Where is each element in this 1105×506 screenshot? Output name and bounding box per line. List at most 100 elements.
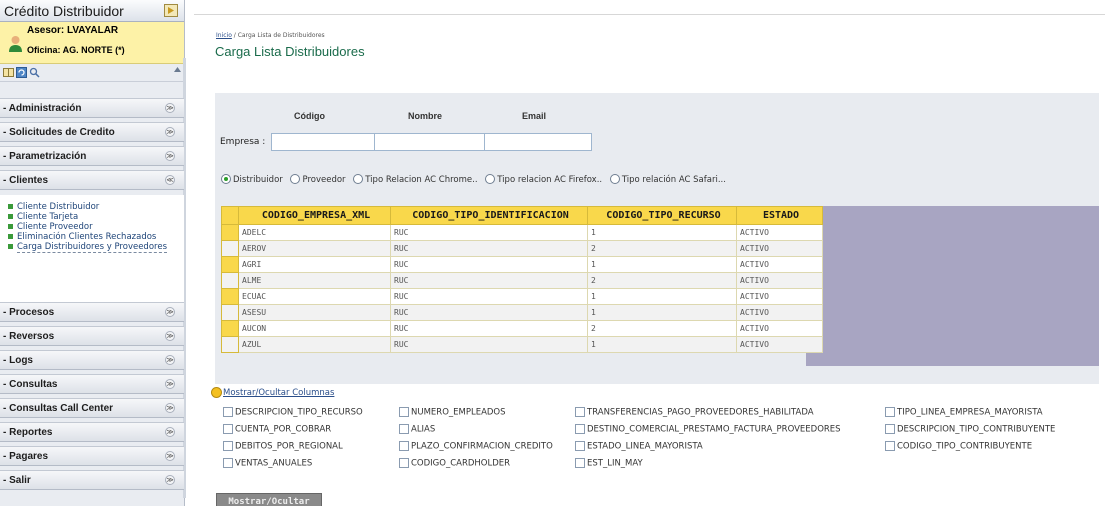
- sidebar-item-eliminacion-clientes[interactable]: Eliminación Clientes Rechazados: [0, 232, 165, 242]
- collapse-sidebar-icon[interactable]: [164, 4, 178, 17]
- column-toggle-checkbox[interactable]: TIPO_LINEA_EMPRESA_MAYORISTA: [885, 407, 1043, 418]
- column-toggle-checkbox[interactable]: CODIGO_TIPO_CONTRIBUYENTE: [885, 441, 1032, 452]
- column-toggle-checkbox[interactable]: DESCRIPCION_TIPO_CONTRIBUYENTE: [885, 424, 1055, 435]
- chevron-down-icon[interactable]: ≫: [165, 355, 175, 365]
- checkbox[interactable]: [885, 424, 895, 434]
- chevron-up-icon[interactable]: ≪: [165, 175, 175, 185]
- radio-button[interactable]: [290, 174, 301, 184]
- chevron-down-icon[interactable]: ≫: [165, 103, 175, 113]
- menu-reversos[interactable]: - Reversos ≫: [0, 326, 184, 346]
- toggle-columns-icon[interactable]: [211, 387, 222, 398]
- checkbox[interactable]: [223, 441, 233, 451]
- column-header[interactable]: CODIGO_TIPO_RECURSO: [587, 206, 737, 225]
- breadcrumb-home-link[interactable]: Inicio: [216, 32, 232, 39]
- row-header-cell[interactable]: [221, 224, 239, 241]
- checkbox[interactable]: [399, 407, 409, 417]
- column-toggle-checkbox[interactable]: DESTINO_COMERCIAL_PRESTAMO_FACTURA_PROVE…: [575, 424, 841, 435]
- radio-button[interactable]: [609, 174, 620, 184]
- checkbox[interactable]: [885, 441, 895, 451]
- checkbox[interactable]: [885, 407, 895, 417]
- sidebar-item-cliente-tarjeta[interactable]: Cliente Tarjeta: [0, 212, 184, 222]
- column-toggle-checkbox[interactable]: DESCRIPCION_TIPO_RECURSO: [223, 407, 363, 418]
- column-header[interactable]: CODIGO_TIPO_IDENTIFICACION: [390, 206, 588, 225]
- checkbox[interactable]: [223, 424, 233, 434]
- chevron-down-icon[interactable]: ≫: [165, 307, 175, 317]
- menu-logs[interactable]: - Logs ≫: [0, 350, 184, 370]
- radio-button[interactable]: [485, 174, 496, 184]
- column-toggle-checkbox[interactable]: DEBITOS_POR_REGIONAL: [223, 441, 343, 452]
- menu-pagares[interactable]: - Pagares ≫: [0, 446, 184, 466]
- column-toggle-checkbox[interactable]: PLAZO_CONFIRMACION_CREDITO: [399, 441, 553, 452]
- radio-relacion-firefox[interactable]: Tipo relacion AC Firefox..: [485, 174, 602, 185]
- sidebar-item-cliente-proveedor[interactable]: Cliente Proveedor: [0, 222, 184, 232]
- row-header-cell[interactable]: [221, 288, 239, 305]
- menu-consultas[interactable]: - Consultas ≫: [0, 374, 184, 394]
- email-input[interactable]: [484, 133, 592, 151]
- menu-parametrizacion[interactable]: - Parametrización ≫: [0, 146, 184, 166]
- radio-distribuidor[interactable]: Distribuidor: [221, 174, 283, 185]
- table-row[interactable]: ALME RUC 2 ACTIVO: [221, 272, 823, 289]
- menu-administracion[interactable]: - Administración ≫: [0, 98, 184, 118]
- radio-relacion-safari[interactable]: Tipo relación AC Safari...: [609, 174, 726, 185]
- table-row[interactable]: ECUAC RUC 1 ACTIVO: [221, 288, 823, 305]
- checkbox[interactable]: [399, 424, 409, 434]
- nombre-input[interactable]: [374, 133, 485, 151]
- sidebar-item-carga-distribuidores[interactable]: Carga Distribuidores y Proveedores: [0, 242, 175, 253]
- chevron-down-icon[interactable]: ≫: [165, 475, 175, 485]
- codigo-input[interactable]: [271, 133, 375, 151]
- column-toggle-checkbox[interactable]: ALIAS: [399, 424, 435, 435]
- search-icon[interactable]: [29, 67, 40, 78]
- table-row[interactable]: AEROV RUC 2 ACTIVO: [221, 240, 823, 257]
- column-toggle-checkbox[interactable]: EST_LIN_MAY: [575, 458, 643, 469]
- chevron-down-icon[interactable]: ≫: [165, 427, 175, 437]
- book-icon[interactable]: [3, 67, 14, 78]
- radio-relacion-chrome[interactable]: Tipo Relacion AC Chrome..: [353, 174, 478, 185]
- chevron-down-icon[interactable]: ≫: [165, 379, 175, 389]
- column-toggle-checkbox[interactable]: CODIGO_CARDHOLDER: [399, 458, 510, 469]
- refresh-icon[interactable]: [16, 67, 27, 78]
- chevron-down-icon[interactable]: ≫: [165, 127, 175, 137]
- chevron-down-icon[interactable]: ≫: [165, 151, 175, 161]
- row-header-cell[interactable]: [221, 336, 239, 353]
- row-header-cell[interactable]: [221, 240, 239, 257]
- radio-button[interactable]: [221, 174, 231, 184]
- menu-procesos[interactable]: - Procesos ≫: [0, 302, 184, 322]
- column-header[interactable]: CODIGO_EMPRESA_XML: [238, 206, 391, 225]
- checkbox[interactable]: [575, 424, 585, 434]
- column-toggle-checkbox[interactable]: ESTADO_LINEA_MAYORISTA: [575, 441, 703, 452]
- checkbox[interactable]: [575, 441, 585, 451]
- table-row[interactable]: AZUL RUC 1 ACTIVO: [221, 336, 823, 353]
- menu-solicitudes[interactable]: - Solicitudes de Credito ≫: [0, 122, 184, 142]
- menu-salir[interactable]: - Salir ≫: [0, 470, 184, 490]
- chevron-down-icon[interactable]: ≫: [165, 403, 175, 413]
- table-row[interactable]: AGRI RUC 1 ACTIVO: [221, 256, 823, 273]
- table-row[interactable]: AUCON RUC 2 ACTIVO: [221, 320, 823, 337]
- column-toggle-checkbox[interactable]: TRANSFERENCIAS_PAGO_PROVEEDORES_HABILITA…: [575, 407, 814, 418]
- row-header-cell[interactable]: [221, 304, 239, 321]
- checkbox[interactable]: [399, 458, 409, 468]
- row-header-cell[interactable]: [221, 272, 239, 289]
- mostrar-ocultar-button[interactable]: Mostrar/Ocultar: [216, 493, 322, 506]
- column-toggle-checkbox[interactable]: VENTAS_ANUALES: [223, 458, 312, 469]
- radio-button[interactable]: [353, 174, 364, 184]
- checkbox[interactable]: [223, 458, 233, 468]
- checkbox[interactable]: [223, 407, 233, 417]
- checkbox[interactable]: [575, 458, 585, 468]
- column-toggle-checkbox[interactable]: NUMERO_EMPLEADOS: [399, 407, 506, 418]
- table-row[interactable]: ADELC RUC 1 ACTIVO: [221, 224, 823, 241]
- menu-clientes[interactable]: - Clientes ≪: [0, 170, 184, 190]
- table-row[interactable]: ASESU RUC 1 ACTIVO: [221, 304, 823, 321]
- column-header[interactable]: ESTADO: [736, 206, 823, 225]
- row-header-cell[interactable]: [221, 320, 239, 337]
- radio-proveedor[interactable]: Proveedor: [290, 174, 346, 185]
- sidebar-item-cliente-distribuidor[interactable]: Cliente Distribuidor: [0, 202, 184, 212]
- toggle-columns-link[interactable]: Mostrar/Ocultar Columnas: [223, 388, 334, 398]
- chevron-down-icon[interactable]: ≫: [165, 331, 175, 341]
- menu-consultas-call-center[interactable]: - Consultas Call Center ≫: [0, 398, 184, 418]
- chevron-down-icon[interactable]: ≫: [165, 451, 175, 461]
- scroll-up-icon[interactable]: [173, 65, 182, 74]
- menu-reportes[interactable]: - Reportes ≫: [0, 422, 184, 442]
- checkbox[interactable]: [399, 441, 409, 451]
- checkbox[interactable]: [575, 407, 585, 417]
- row-header-cell[interactable]: [221, 256, 239, 273]
